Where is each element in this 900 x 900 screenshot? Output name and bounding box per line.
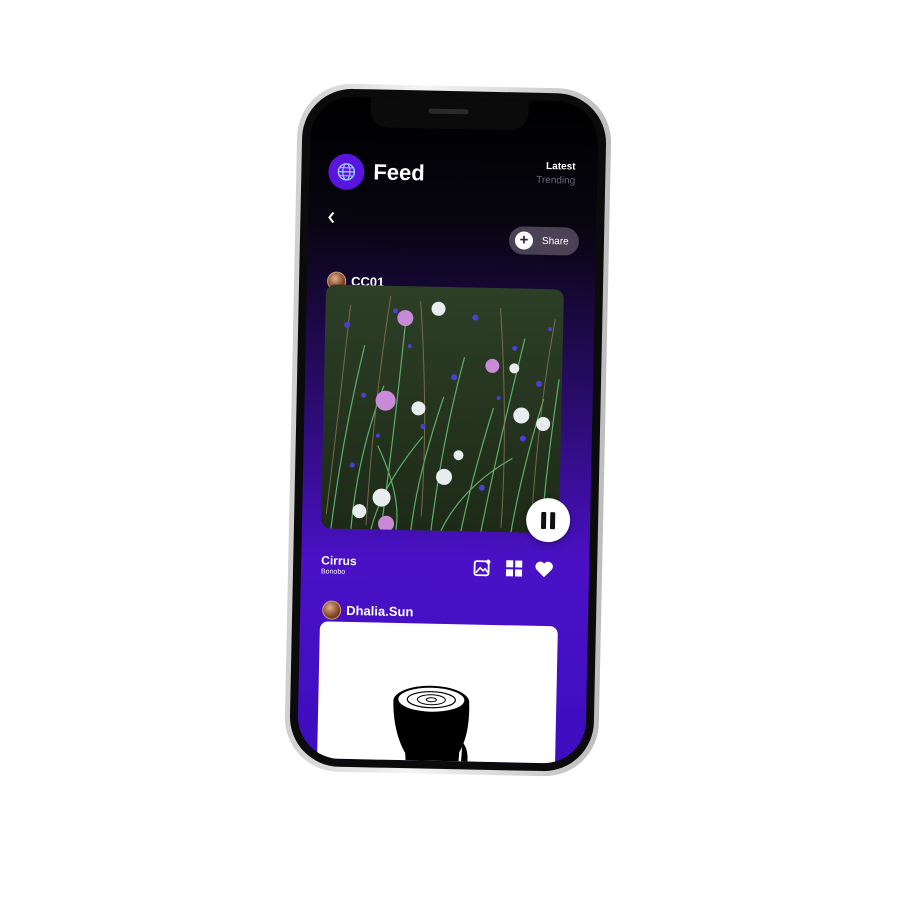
phone-frame: Feed Latest Trending + Share CC01 Cirrus… [283,82,613,778]
image-button[interactable] [472,558,492,578]
app-screen: Feed Latest Trending + Share CC01 Cirrus… [297,96,599,764]
username: Dhalia.Sun [346,602,414,620]
grid-button[interactable] [504,558,524,578]
page-title: Feed [373,159,425,186]
avatar [322,600,342,620]
chevron-left-icon [328,211,335,224]
pause-button[interactable] [525,497,571,543]
pause-icon-bar [549,511,556,529]
tree-stump-image [393,685,470,764]
tab-latest[interactable]: Latest [546,161,576,173]
share-label: Share [541,235,569,247]
heart-icon [535,561,553,578]
like-button[interactable] [534,559,554,579]
share-button[interactable]: + Share [508,226,580,256]
post-artwork-2[interactable] [316,621,558,764]
track-title: Cirrus [321,553,357,569]
back-button[interactable] [326,209,336,227]
post-author-2[interactable]: Dhalia.Sun [322,600,414,621]
wildflowers-image [320,284,564,534]
globe-button[interactable] [328,153,365,191]
post-artwork[interactable] [320,284,564,534]
plus-icon: + [514,231,534,250]
globe-icon [337,163,356,181]
image-icon [473,559,491,577]
grid-icon [505,560,523,577]
phone-notch [370,97,529,131]
phone-bezel: Feed Latest Trending + Share CC01 Cirrus… [288,87,608,773]
tab-trending[interactable]: Trending [536,175,575,187]
speaker-grille [428,108,469,115]
track-artist: Bonobo [320,568,346,576]
pause-icon [540,511,547,529]
